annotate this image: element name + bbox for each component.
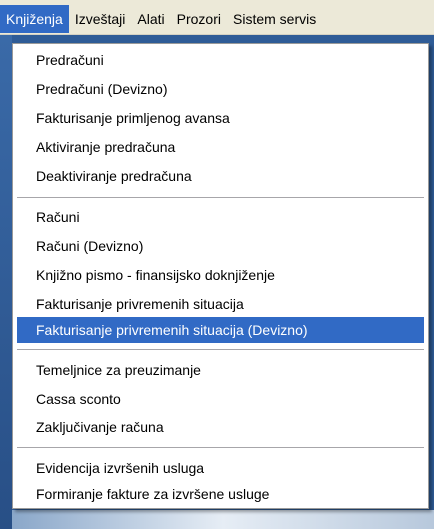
background-window-edge: [0, 34, 12, 529]
menu-item-evidencija-usluga[interactable]: Evidencija izvršenih usluga: [17, 455, 424, 481]
menu-separator: [17, 447, 424, 449]
menu-knjizenja[interactable]: Knjiženja: [0, 5, 69, 33]
menu-item-fakturisanje-situacija[interactable]: Fakturisanje privremenih situacija: [17, 291, 424, 317]
menu-alati[interactable]: Alati: [131, 5, 170, 33]
menu-item-formiranje-fakture[interactable]: Formiranje fakture za izvršene usluge: [17, 481, 424, 507]
menu-prozori[interactable]: Prozori: [171, 5, 227, 33]
menu-item-deaktiviranje-predracuna[interactable]: Deaktiviranje predračuna: [17, 163, 424, 189]
menu-item-cassa-sconto[interactable]: Cassa sconto: [17, 386, 424, 412]
menu-item-fakturisanje-situacija-devizno[interactable]: Fakturisanje privremenih situacija (Devi…: [17, 317, 424, 343]
background-window-area: [12, 510, 434, 529]
menu-item-knjizno-pismo[interactable]: Knjižno pismo - finansijsko doknjiženje: [17, 262, 424, 288]
menu-item-temeljnice[interactable]: Temeljnice za preuzimanje: [17, 357, 424, 383]
menu-item-racuni-devizno[interactable]: Računi (Devizno): [17, 233, 424, 259]
knjizenja-dropdown-menu: Predračuni Predračuni (Devizno) Fakturis…: [12, 43, 429, 509]
menu-sistem-servis[interactable]: Sistem servis: [227, 5, 322, 33]
menu-bar: Knjiženja Izveštaji Alati Prozori Sistem…: [0, 0, 434, 35]
menu-item-fakturisanje-avansa[interactable]: Fakturisanje primljenog avansa: [17, 105, 424, 131]
menu-izvestaji[interactable]: Izveštaji: [69, 5, 132, 33]
menu-item-racuni[interactable]: Računi: [17, 204, 424, 230]
menu-item-aktiviranje-predracuna[interactable]: Aktiviranje predračuna: [17, 134, 424, 160]
menu-separator: [17, 197, 424, 199]
menu-separator: [17, 349, 424, 351]
menu-item-predracuni-devizno[interactable]: Predračuni (Devizno): [17, 76, 424, 102]
menu-item-zakljucivanje-racuna[interactable]: Zaključivanje računa: [17, 414, 424, 440]
menu-item-predracuni[interactable]: Predračuni: [17, 47, 424, 73]
